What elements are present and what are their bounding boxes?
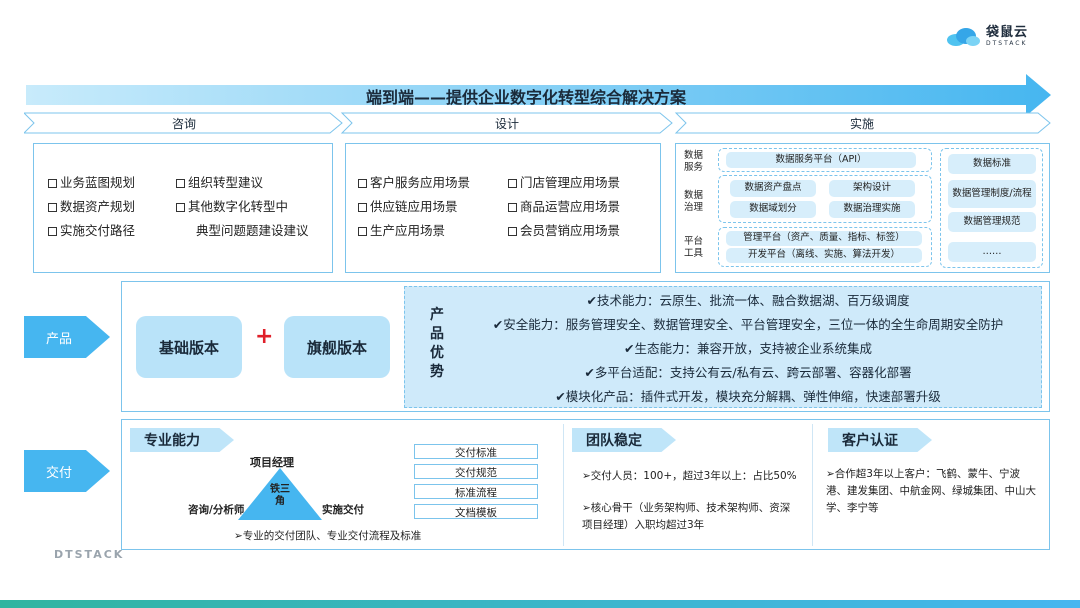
consult-box: 业务蓝图规划 数据资产规划 实施交付路径 组织转型建议 其他数字化转型中 典型问… [33,143,333,273]
advantage-item: ✔多平台适配：支持公有云/私有云、跨云部署、容器化部署 [584,365,912,380]
basic-edition: 基础版本 [136,316,242,378]
design-box: 客户服务应用场景 供应链应用场景 生产应用场景 门店管理应用场景 商品运营应用场… [345,143,661,273]
checkbox-icon [176,203,185,212]
design-item: 客户服务应用场景 [358,172,470,191]
advantage-item: ✔模块化产品：插件式开发，模块充分解耦、弹性伸缩，快速部署升级 [555,389,941,404]
phase-consult: 咨询 [171,117,196,131]
triangle-left-label: 咨询/分析师 [188,504,245,516]
team-desc-2: ➢核心骨干（业务架构师、技术架构师、资深项目经理）入职均超过3年 [582,502,791,531]
advantage-item: ✔生态能力：兼容开放，支持被企业系统集成 [624,341,872,356]
cat-platform-tools: 平台 工具 [684,236,704,259]
design-item: 门店管理应用场景 [508,172,620,191]
tool-item: 开发平台（离线、实施、算法开发） [726,248,922,263]
checkbox-icon [358,179,367,188]
tool-item: 管理平台（资产、质量、指标、标签） [726,231,922,246]
phase-implement: 实施 [849,117,874,131]
brand-name: 袋鼠云 [985,25,1028,40]
implement-box: 数据 服务 数据 治理 平台 工具 数据服务平台（API） 数据资产盘点 架构设… [675,143,1050,273]
triangle-right-label: 实施交付 [322,504,364,516]
team-desc-1: ➢交付人员：100+，超过3年以上：占比50% [582,470,797,482]
checkbox-icon [508,179,517,188]
client-desc: ➢合作超3年以上客户：飞鹤、蒙牛、宁波港、建发集团、中航金网、绿城集团、中山大学… [826,468,1036,514]
gov-item: 数据治理实施 [829,201,915,218]
consult-item: 其他数字化转型中 [176,196,288,215]
doc-item: 交付规范 [414,464,538,479]
brand-logo: 袋鼠云 DTSTACK [946,26,1028,47]
divider [812,424,813,546]
checkbox-icon [48,179,57,188]
delivery-arrow-label: 交付 [24,450,110,492]
design-item: 商品运营应用场景 [508,196,620,215]
checkbox-icon [176,179,185,188]
checkbox-icon [48,203,57,212]
consult-item: 典型问题题建设建议 [196,223,309,238]
advantage-item: ✔技术能力：云原生、批流一体、融合数据湖、百万级调度 [586,293,910,308]
design-item: 会员营销应用场景 [508,220,620,239]
advantage-item: ✔安全能力：服务管理安全、数据管理安全、平台管理安全，三位一体的全生命周期安全防… [492,317,1004,332]
pro-desc: ➢专业的交付团队、专业交付流程及标准 [234,530,422,542]
checkbox-icon [358,203,367,212]
doc-item: 标准流程 [414,484,538,499]
standard-item: …… [948,242,1036,262]
product-box: 基础版本 + 旗舰版本 产品优势 ✔技术能力：云原生、批流一体、融合数据湖、百万… [121,281,1050,412]
design-item: 生产应用场景 [358,220,445,239]
triangle-center: 铁三 角 [270,484,290,507]
tag-team: 团队稳定 [572,428,676,452]
cat-data-service: 数据 服务 [684,150,704,173]
tag-pro: 专业能力 [130,428,234,452]
doc-item: 文档模板 [414,504,538,519]
footer-brand: DTSTACK [54,548,125,561]
tag-client: 客户认证 [828,428,932,452]
brand-sub: DTSTACK [985,40,1028,47]
gov-item: 数据域划分 [730,201,816,218]
gov-item: 架构设计 [829,180,915,197]
consult-item: 数据资产规划 [48,196,135,215]
standard-item: 数据管理规范 [948,212,1036,232]
consult-item: 业务蓝图规划 [48,172,135,191]
page-title: 端到端——提供企业数字化转型综合解决方案 [365,88,686,107]
advantages-title: 产品优势 [430,307,444,380]
design-item: 供应链应用场景 [358,196,458,215]
flagship-edition: 旗舰版本 [284,316,390,378]
divider [563,424,564,546]
consult-item: 实施交付路径 [48,220,135,239]
plus-icon: + [255,324,274,349]
phase-design: 设计 [494,117,519,131]
service-platform: 数据服务平台（API） [726,152,916,168]
delivery-box: 专业能力 项目经理 铁三 角 咨询/分析师 实施交付 交付标准 交付规范 标准流… [121,419,1050,550]
footer-bar [0,600,1080,608]
product-arrow-label: 产品 [24,316,110,358]
cloud-logo-icon [946,27,980,46]
consult-item: 组织转型建议 [176,172,263,191]
gov-item: 数据资产盘点 [730,180,816,197]
doc-item: 交付标准 [414,444,538,459]
standard-item: 数据标准 [948,154,1036,174]
cat-data-governance: 数据 治理 [684,190,704,213]
standard-item: 数据管理制度/流程 [948,180,1036,208]
checkbox-icon [358,227,367,236]
checkbox-icon [508,203,517,212]
checkbox-icon [508,227,517,236]
checkbox-icon [48,227,57,236]
